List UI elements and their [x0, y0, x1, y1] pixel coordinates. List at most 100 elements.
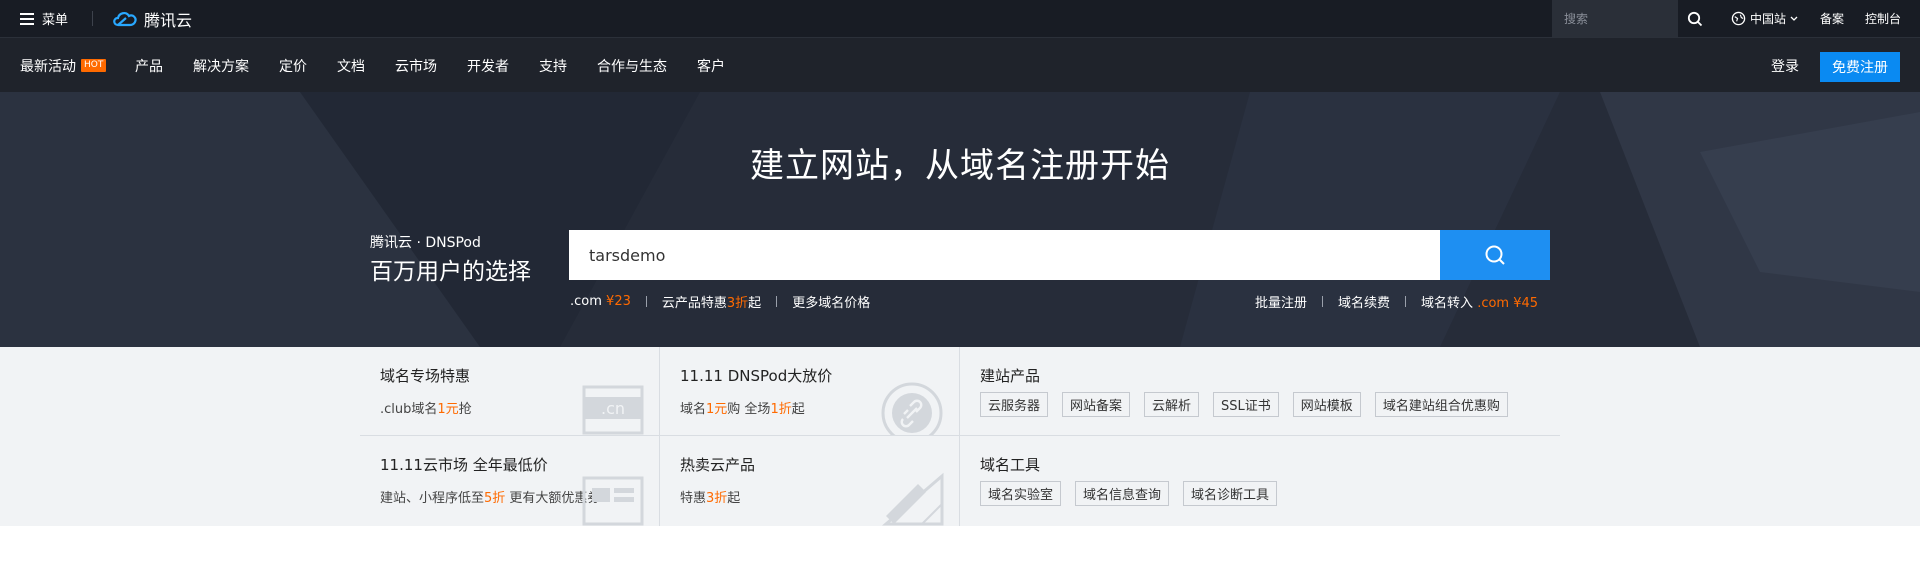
domain-search-button[interactable] — [1440, 230, 1550, 280]
promo-prefix: 云产品特惠 — [661, 296, 727, 311]
menu-button[interactable]: 菜单 — [20, 0, 68, 37]
promo-card-domain-special[interactable]: 域名专场特惠 .club域名1元抢 .cn — [360, 347, 659, 435]
divider — [1322, 296, 1324, 307]
card-title: 域名专场特惠 — [380, 367, 471, 385]
region-label: 中国站 — [1750, 12, 1787, 26]
tag-site-beian[interactable]: 网站备案 — [1062, 392, 1131, 417]
sub-highlight: 3折 — [706, 491, 728, 506]
domain-transfer-link[interactable]: 域名转入 .com ¥45 — [1421, 292, 1538, 311]
login-link[interactable]: 登录 — [1771, 38, 1799, 93]
link-circle-icon — [881, 382, 943, 435]
brand-tagline-large: 百万用户的选择 — [370, 259, 531, 285]
hot-badge: HOT — [81, 59, 107, 72]
tag-site-template[interactable]: 网站模板 — [1292, 392, 1361, 417]
sub-highlight: 1元 — [437, 402, 459, 417]
main-nav: 最新活动 HOT 产品 解决方案 定价 文档 云市场 开发者 支持 合作与生态 … — [0, 37, 1920, 92]
tag-cloud-server[interactable]: 云服务器 — [980, 392, 1049, 417]
promo-section: 域名专场特惠 .club域名1元抢 .cn 11.11 DNSPod大放价 域名… — [0, 347, 1920, 526]
nav-item-docs[interactable]: 文档 — [337, 38, 365, 93]
card-title: 11.11 DNSPod大放价 — [680, 367, 833, 385]
transfer-price: .com ¥45 — [1477, 296, 1539, 311]
register-button[interactable]: 免费注册 — [1820, 52, 1900, 82]
search-icon — [1485, 245, 1505, 265]
hero-right-links: 批量注册 域名续费 域名转入 .com ¥45 — [1255, 292, 1538, 311]
domain-renew-link[interactable]: 域名续费 — [1338, 292, 1390, 311]
menu-label: 菜单 — [42, 13, 69, 28]
sub-text: 购 全场 — [727, 402, 771, 417]
promo-suffix: 起 — [748, 296, 762, 311]
bulk-register-link[interactable]: 批量注册 — [1255, 292, 1307, 311]
domain-search-input[interactable] — [569, 230, 1440, 280]
card-title: 建站产品 — [980, 367, 1041, 385]
card-title: 热卖云产品 — [680, 456, 756, 474]
hamburger-icon — [20, 12, 34, 25]
top-search-box[interactable] — [1552, 0, 1678, 37]
sub-highlight: 1元 — [706, 402, 728, 417]
cloud-promo-link[interactable]: 云产品特惠3折起 — [662, 292, 761, 311]
svg-text:.cn: .cn — [601, 399, 625, 418]
hero-background-shapes — [0, 92, 1920, 347]
promo-card-domain-tools: 域名工具 域名实验室 域名信息查询 域名诊断工具 — [960, 436, 1560, 526]
promo-card-build-products: 建站产品 云服务器 网站备案 云解析 SSL证书 网站模板 域名建站组合优惠购 — [960, 347, 1560, 435]
build-products-tags: 云服务器 网站备案 云解析 SSL证书 网站模板 域名建站组合优惠购 — [980, 392, 1522, 417]
com-label: .com — [570, 294, 602, 309]
hero-title: 建立网站，从域名注册开始 — [750, 146, 1170, 186]
com-price-link[interactable]: .com ¥23 — [570, 294, 631, 309]
region-selector[interactable]: 中国站 — [1731, 0, 1798, 37]
nav-item-pricing[interactable]: 定价 — [279, 38, 307, 93]
card-subtitle: 域名1元购 全场1折起 — [680, 398, 805, 417]
tag-ssl-cert[interactable]: SSL证书 — [1213, 392, 1279, 417]
tag-combo-deal[interactable]: 域名建站组合优惠购 — [1374, 392, 1508, 417]
promo-card-hot-products[interactable]: 热卖云产品 特惠3折起 — [660, 436, 959, 526]
hero-left-links: .com ¥23 云产品特惠3折起 更多域名价格 — [570, 292, 870, 311]
template-window-icon — [582, 476, 644, 526]
more-prices-link[interactable]: 更多域名价格 — [792, 292, 870, 311]
sub-text: .club域名 — [380, 402, 438, 417]
sub-text: 起 — [791, 402, 805, 417]
nav-item-partners[interactable]: 合作与生态 — [597, 38, 667, 93]
nav-item-latest-activity[interactable]: 最新活动 HOT — [20, 38, 107, 93]
promo-card-double11-market[interactable]: 11.11云市场 全年最低价 建站、小程序低至5折 更有大额优惠券 — [360, 436, 659, 526]
globe-icon — [1731, 11, 1746, 26]
sub-text: 域名 — [680, 402, 707, 417]
divider — [92, 11, 93, 26]
brand-tagline-small: 腾讯云 · DNSPod — [370, 235, 481, 251]
nav-item-products[interactable]: 产品 — [135, 38, 163, 93]
top-search-input[interactable] — [1564, 11, 1678, 26]
nav-item-customers[interactable]: 客户 — [697, 38, 725, 93]
domain-cn-icon: .cn — [582, 385, 644, 435]
top-search-button[interactable] — [1678, 0, 1712, 37]
sub-text: 抢 — [458, 402, 472, 417]
pencil-ruler-icon — [882, 472, 944, 526]
sub-highlight: 1折 — [770, 402, 792, 417]
sub-text: 特惠 — [680, 491, 707, 506]
divider — [1405, 296, 1407, 307]
beian-link[interactable]: 备案 — [1820, 0, 1844, 37]
search-icon — [1687, 11, 1703, 26]
chevron-down-icon — [1790, 16, 1798, 21]
nav-item-support[interactable]: 支持 — [539, 38, 567, 93]
sub-highlight: 5折 — [484, 491, 506, 506]
domain-tools-tags: 域名实验室 域名信息查询 域名诊断工具 — [980, 481, 1291, 506]
tag-domain-whois[interactable]: 域名信息查询 — [1075, 481, 1170, 506]
tag-domain-diagnose[interactable]: 域名诊断工具 — [1183, 481, 1278, 506]
console-link[interactable]: 控制台 — [1865, 0, 1901, 37]
hero-banner: 建立网站，从域名注册开始 腾讯云 · DNSPod 百万用户的选择 .com ¥… — [0, 92, 1920, 347]
card-subtitle: .club域名1元抢 — [380, 398, 472, 417]
divider — [776, 296, 778, 307]
tag-cloud-dns[interactable]: 云解析 — [1144, 392, 1200, 417]
card-title: 域名工具 — [980, 456, 1041, 474]
promo-discount: 3折 — [726, 296, 749, 311]
nav-item-marketplace[interactable]: 云市场 — [395, 38, 437, 93]
promo-card-double11-dnspod[interactable]: 11.11 DNSPod大放价 域名1元购 全场1折起 — [660, 347, 959, 435]
nav-item-developers[interactable]: 开发者 — [467, 38, 509, 93]
card-title: 11.11云市场 全年最低价 — [380, 456, 548, 474]
card-subtitle: 特惠3折起 — [680, 487, 740, 506]
logo[interactable]: 腾讯云 — [112, 0, 192, 37]
nav-item-label: 最新活动 — [20, 58, 76, 75]
sub-text: 起 — [727, 491, 741, 506]
tag-domain-lab[interactable]: 域名实验室 — [980, 481, 1062, 506]
cloud-logo-icon — [113, 12, 137, 27]
top-bar: 菜单 腾讯云 中国站 备案 控制台 — [0, 0, 1920, 37]
nav-item-solutions[interactable]: 解决方案 — [193, 38, 249, 93]
